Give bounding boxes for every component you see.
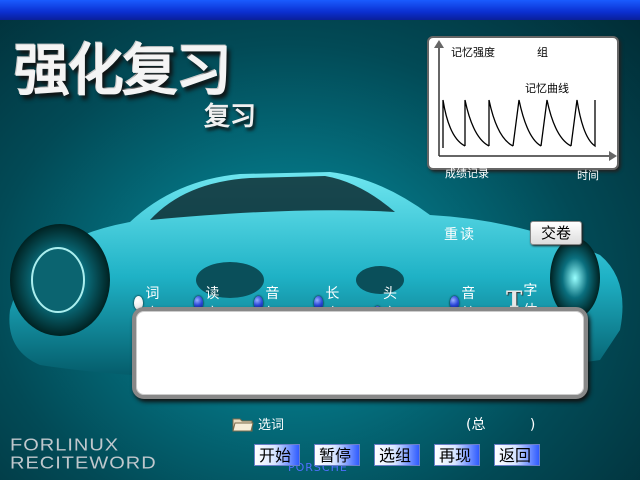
select-word-control[interactable]: 选词 [232, 414, 284, 433]
total-count: (总 ) [466, 417, 536, 433]
replay-button[interactable]: 再现 [434, 444, 480, 466]
y-axis-arrow [434, 40, 444, 48]
curve-segment [570, 99, 596, 148]
mode-title: 复习 [204, 102, 257, 132]
return-button[interactable]: 返回 [494, 444, 540, 466]
curve-segment [488, 99, 514, 147]
word-display-box[interactable] [132, 307, 588, 399]
submit-button[interactable]: 交卷 [530, 221, 582, 245]
brand-line2: RECITEWORD [10, 453, 157, 473]
memory-curve-panel: 记忆强度 组 记忆曲线 [427, 36, 619, 170]
select-group-button[interactable]: 选组 [374, 444, 420, 466]
brand-logo: FORLINUX RECITEWORD [10, 436, 157, 472]
chart-curve-label: 记忆曲线 [525, 82, 569, 95]
app-title: 强化复习 [14, 38, 232, 104]
curve-segment [540, 99, 572, 147]
chart-group-label: 组 [537, 46, 548, 59]
rear-wheel [550, 238, 600, 318]
chart-y-label: 记忆强度 [451, 46, 495, 59]
pause-button[interactable]: 暂停 [314, 444, 360, 466]
curve-segment [464, 99, 490, 147]
curve-segment [512, 99, 542, 147]
select-word-label: 选词 [258, 418, 285, 433]
curve-segment [442, 99, 466, 148]
front-wheel-rim [31, 247, 85, 313]
reread-button[interactable]: 重读 [444, 224, 476, 244]
start-button[interactable]: 开始 [254, 444, 300, 466]
folder-icon[interactable] [232, 416, 254, 432]
top-title-bar [0, 0, 640, 20]
brand-line1: FORLINUX [10, 435, 120, 455]
